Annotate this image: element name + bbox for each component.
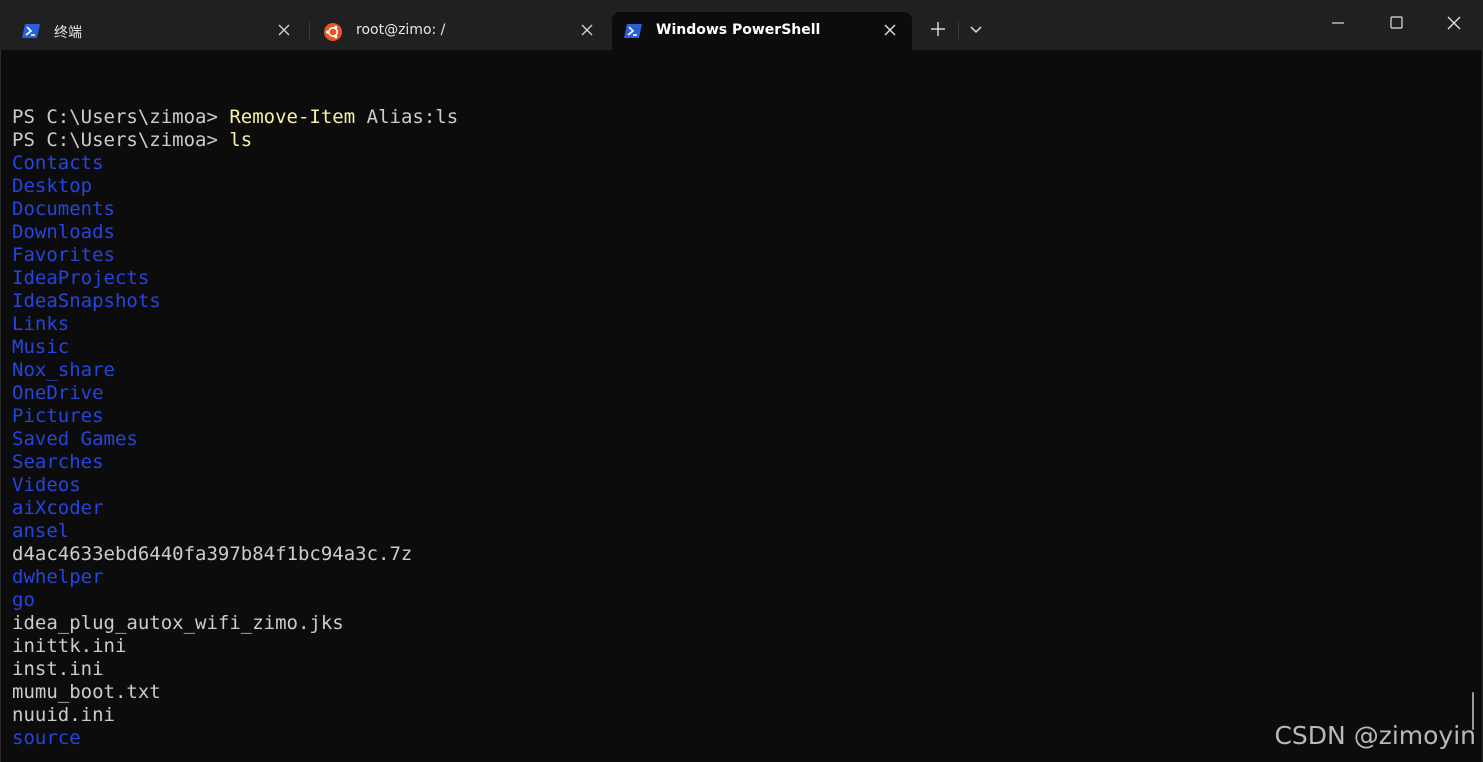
directory-name: ansel — [12, 520, 70, 542]
directory-entry: source — [12, 727, 458, 750]
tab-dropdown-button[interactable] — [961, 16, 991, 46]
close-icon[interactable] — [882, 22, 898, 38]
file-entry: idea_plug_autox_wifi_zimo.jks — [12, 612, 458, 635]
directory-name: Searches — [12, 451, 104, 473]
tab-title: Windows PowerShell — [656, 22, 821, 38]
toolbar-divider — [958, 21, 959, 39]
directory-entry: aiXcoder — [12, 497, 458, 520]
close-window-button[interactable] — [1425, 0, 1483, 50]
tab-title: 终端 — [54, 25, 82, 41]
prompt: PS C:\Users\zimoa> — [12, 129, 230, 151]
file-entry: inittk.ini — [12, 635, 458, 658]
file-entry: mumu_boot.txt — [12, 681, 458, 704]
directory-entry: Downloads — [12, 221, 458, 244]
directory-entry: Desktop — [12, 175, 458, 198]
directory-entry: Saved Games — [12, 428, 458, 451]
powershell-icon — [624, 23, 642, 39]
tab-title: root@zimo: / — [356, 22, 446, 38]
file-name: nuuid.ini — [12, 704, 115, 726]
directory-entry: go — [12, 589, 458, 612]
directory-name: Pictures — [12, 405, 104, 427]
command: ls — [229, 129, 253, 151]
directory-name: dwhelper — [12, 566, 104, 588]
close-icon — [1447, 16, 1461, 35]
directory-name: Contacts — [12, 152, 104, 174]
maximize-button[interactable] — [1367, 0, 1425, 50]
directory-entry: Nox_share — [12, 359, 458, 382]
close-icon[interactable] — [579, 22, 595, 38]
directory-name: Documents — [12, 198, 115, 220]
command: Remove-Item — [229, 106, 356, 128]
directory-name: source — [12, 727, 81, 749]
directory-name: go — [12, 589, 35, 611]
file-entry: d4ac4633ebd6440fa397b84f1bc94a3c.7z — [12, 543, 458, 566]
directory-entry: Favorites — [12, 244, 458, 267]
command-line: PS C:\Users\zimoa> ls — [12, 129, 458, 152]
directory-name: Videos — [12, 474, 81, 496]
tab-terminal[interactable]: 终端 — [10, 12, 306, 50]
directory-name: Links — [12, 313, 70, 335]
directory-entry: Music — [12, 336, 458, 359]
command-argument: Alias:ls — [355, 106, 459, 128]
terminal-window: 终端 root@zimo: / Windows PowerShell PS C:… — [0, 0, 1483, 762]
directory-entry: Videos — [12, 474, 458, 497]
terminal-output[interactable]: PS C:\Users\zimoa> Remove-Item Alias:ls P… — [12, 106, 458, 750]
directory-name: IdeaSnapshots — [12, 290, 161, 312]
tab-ubuntu[interactable]: root@zimo: / — [312, 12, 609, 50]
prompt: PS C:\Users\zimoa> — [12, 106, 230, 128]
tab-windows-powershell[interactable]: Windows PowerShell — [612, 12, 912, 50]
chevron-down-icon — [969, 22, 983, 40]
directory-name: OneDrive — [12, 382, 104, 404]
watermark: CSDN @zimoyin — [1274, 721, 1476, 750]
directory-entry: OneDrive — [12, 382, 458, 405]
file-entry: nuuid.ini — [12, 704, 458, 727]
directory-name: Nox_share — [12, 359, 115, 381]
new-tab-button[interactable] — [923, 16, 953, 46]
directory-name: aiXcoder — [12, 497, 104, 519]
directory-entry: Pictures — [12, 405, 458, 428]
title-bar[interactable]: 终端 root@zimo: / Windows PowerShell — [0, 0, 1483, 50]
directory-entry: ansel — [12, 520, 458, 543]
file-name: d4ac4633ebd6440fa397b84f1bc94a3c.7z — [12, 543, 413, 565]
directory-entry: dwhelper — [12, 566, 458, 589]
directory-entry: Links — [12, 313, 458, 336]
minimize-button[interactable] — [1309, 0, 1367, 50]
directory-entry: Searches — [12, 451, 458, 474]
command-line: PS C:\Users\zimoa> Remove-Item Alias:ls — [12, 106, 458, 129]
directory-entry: IdeaProjects — [12, 267, 458, 290]
ubuntu-icon — [324, 23, 342, 41]
file-name: inst.ini — [12, 658, 104, 680]
directory-name: Music — [12, 336, 70, 358]
powershell-icon — [22, 23, 40, 39]
tab-divider — [309, 22, 310, 40]
directory-entry: IdeaSnapshots — [12, 290, 458, 313]
file-name: inittk.ini — [12, 635, 127, 657]
file-name: idea_plug_autox_wifi_zimo.jks — [12, 612, 344, 634]
file-name: mumu_boot.txt — [12, 681, 161, 703]
directory-entry: Contacts — [12, 152, 458, 175]
terminal-pane[interactable]: PS C:\Users\zimoa> Remove-Item Alias:ls P… — [0, 50, 1483, 762]
directory-name: Saved Games — [12, 428, 138, 450]
maximize-icon — [1389, 16, 1403, 34]
plus-icon — [930, 21, 946, 42]
directory-name: Downloads — [12, 221, 115, 243]
directory-name: Desktop — [12, 175, 93, 197]
directory-name: IdeaProjects — [12, 267, 150, 289]
directory-entry: Documents — [12, 198, 458, 221]
minimize-icon — [1332, 16, 1344, 34]
file-entry: inst.ini — [12, 658, 458, 681]
close-icon[interactable] — [276, 22, 292, 38]
directory-name: Favorites — [12, 244, 115, 266]
